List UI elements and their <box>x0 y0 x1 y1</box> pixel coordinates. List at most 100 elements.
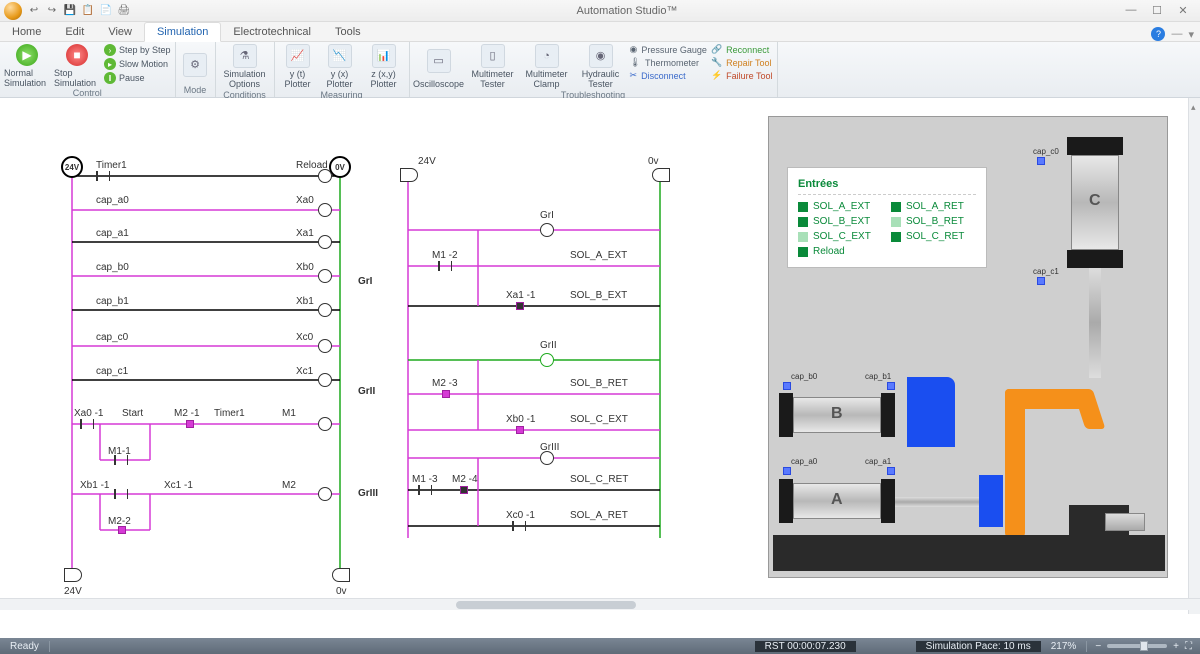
label-timer2: Timer1 <box>214 408 245 419</box>
thermometer-button[interactable]: 🌡Thermometer <box>630 57 707 68</box>
tab-electrotechnical[interactable]: Electrotechnical <box>221 23 323 41</box>
contact-xa0[interactable] <box>80 419 94 429</box>
coil-gr3[interactable] <box>540 451 554 465</box>
qat-undo-icon[interactable]: ↩ <box>26 3 42 19</box>
label-sol-b-ret: SOL_B_RET <box>570 378 628 389</box>
led-cap-b0 <box>783 382 791 390</box>
ribbon-min-icon[interactable]: — <box>1171 28 1182 40</box>
fit-icon[interactable]: ⛶ <box>1185 641 1192 652</box>
label-xa0-1: Xa0 -1 <box>74 408 103 419</box>
repair-button[interactable]: 🔧Repair Tool <box>711 57 773 68</box>
status-zoom: 217% <box>1041 641 1088 652</box>
label-xb1-1: Xb1 -1 <box>80 480 109 491</box>
link-icon: 🔗 <box>711 44 722 55</box>
qat-new-icon[interactable]: 📄 <box>98 3 114 19</box>
legend-reload: Reload <box>798 246 883 257</box>
step-icon: › <box>104 44 116 56</box>
zoom-slider[interactable]: − + ⛶ <box>1087 641 1200 652</box>
close-button[interactable]: ✕ <box>1174 4 1192 17</box>
normal-sim-button[interactable]: ▶ Normal Simulation <box>4 44 50 88</box>
legend-box: Entrées SOL_A_EXT SOL_A_RET SOL_B_EXT SO… <box>787 167 987 268</box>
legend-sol-c-ret: SOL_C_RET <box>891 231 976 242</box>
block-b-blue <box>907 377 955 447</box>
coil-m1[interactable] <box>318 417 332 431</box>
step-by-step-button[interactable]: ›Step by Step <box>104 44 171 56</box>
qat-print-icon[interactable]: 🖨 <box>116 3 132 19</box>
contact-xa1-1[interactable] <box>516 302 524 310</box>
contact-m2-2[interactable] <box>118 526 126 534</box>
coil-xc1[interactable] <box>318 373 332 387</box>
pause-button[interactable]: ‖Pause <box>104 72 171 84</box>
reconnect-button[interactable]: 🔗Reconnect <box>711 44 773 55</box>
window-title: Automation Studio™ <box>132 5 1122 17</box>
clamp-button[interactable]: ◔Multimeter Clamp <box>522 44 572 90</box>
minimize-button[interactable]: — <box>1122 4 1140 17</box>
multimeter-button[interactable]: ▯Multimeter Tester <box>468 44 518 90</box>
failure-button[interactable]: ⚡Failure Tool <box>711 70 773 81</box>
coil-gr2[interactable] <box>540 353 554 367</box>
coil-xb1[interactable] <box>318 303 332 317</box>
contact-xb1[interactable] <box>114 489 128 499</box>
hscroll-thumb[interactable] <box>456 601 636 609</box>
help-icon[interactable]: ? <box>1151 27 1165 41</box>
zoom-in-icon[interactable]: + <box>1173 641 1179 652</box>
contact-m1-3[interactable] <box>418 485 432 495</box>
label-m1: M1 <box>282 408 296 419</box>
stop-sim-button[interactable]: ■ Stop Simulation <box>54 44 100 88</box>
slow-icon: ▸ <box>104 58 116 70</box>
pressure-gauge-button[interactable]: ◉Pressure Gauge <box>630 44 707 55</box>
maximize-button[interactable]: ☐ <box>1148 4 1166 17</box>
tab-view[interactable]: View <box>96 23 144 41</box>
label-24v-bottom: 24V <box>64 586 82 597</box>
contact-m2-4[interactable] <box>460 486 468 494</box>
cyl-a-rod <box>895 497 979 507</box>
contact-m2-1[interactable] <box>186 420 194 428</box>
oscilloscope-button[interactable]: ▭Oscilloscope <box>414 44 464 90</box>
contact-m1-2[interactable] <box>438 261 452 271</box>
coil-m2[interactable] <box>318 487 332 501</box>
label-xc1-1: Xc1 -1 <box>164 480 193 491</box>
cyl-c-label: C <box>1089 192 1101 210</box>
coil-xa0[interactable] <box>318 203 332 217</box>
coil-xb0[interactable] <box>318 269 332 283</box>
coil-reload[interactable] <box>318 169 332 183</box>
clamp-icon: ◔ <box>535 44 559 68</box>
workspace-canvas[interactable]: ▴ <box>0 98 1200 626</box>
label-cap-b0: cap_b0 <box>96 262 129 273</box>
workpiece-tip <box>1073 389 1106 429</box>
qat-paste-icon[interactable]: 📋 <box>80 3 96 19</box>
slow-motion-button[interactable]: ▸Slow Motion <box>104 58 171 70</box>
yt-plotter-button[interactable]: 📈y (t) Plotter <box>279 44 317 90</box>
contact-xc0-1[interactable] <box>512 521 526 531</box>
legend-sol-a-ret: SOL_A_RET <box>891 201 976 212</box>
contact-m2-3[interactable] <box>442 390 450 398</box>
ribbon-expand-icon[interactable]: ▾ <box>1188 28 1194 41</box>
tab-tools[interactable]: Tools <box>323 23 373 41</box>
label-cap-b0: cap_b0 <box>791 372 817 381</box>
mode-icon[interactable]: ⚙ <box>183 53 207 77</box>
zoom-out-icon[interactable]: − <box>1095 641 1101 652</box>
tab-simulation[interactable]: Simulation <box>144 22 221 42</box>
coil-xc0[interactable] <box>318 339 332 353</box>
horizontal-scrollbar[interactable] <box>0 598 1200 610</box>
tab-home[interactable]: Home <box>0 23 53 41</box>
disconnect-button[interactable]: ✂Disconnect <box>630 70 707 81</box>
hydraulic-tester-button[interactable]: ◉Hydraulic Tester <box>576 44 626 90</box>
menu-tabs: Home Edit View Simulation Electrotechnic… <box>0 22 1200 42</box>
contact-timer[interactable] <box>96 171 110 181</box>
label-cap-c1: cap_c1 <box>1033 267 1059 276</box>
title-bar: ↩ ↪ 💾 📋 📄 🖨 Automation Studio™ — ☐ ✕ <box>0 0 1200 22</box>
sim-options-button[interactable]: ⚗ Simulation Options <box>220 44 270 90</box>
gauge-icon: ◉ <box>630 44 638 55</box>
thermo-icon: 🌡 <box>630 57 641 68</box>
contact-m1-1[interactable] <box>114 455 128 465</box>
zxy-plotter-button[interactable]: 📊z (x,y) Plotter <box>363 44 405 90</box>
tab-edit[interactable]: Edit <box>53 23 96 41</box>
qat-redo-icon[interactable]: ↪ <box>44 3 60 19</box>
coil-xa1[interactable] <box>318 235 332 249</box>
cyl-c-rod <box>1089 268 1101 378</box>
yx-plotter-button[interactable]: 📉y (x) Plotter <box>321 44 359 90</box>
contact-xb0-1[interactable] <box>516 426 524 434</box>
coil-gr1[interactable] <box>540 223 554 237</box>
qat-save-icon[interactable]: 💾 <box>62 3 78 19</box>
